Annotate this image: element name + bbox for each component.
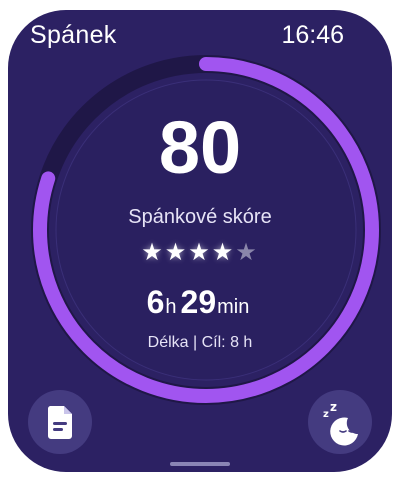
app-title: Spánek: [30, 21, 117, 49]
star-filled-icon: ★: [164, 239, 189, 266]
details-button[interactable]: [28, 390, 92, 454]
duration-hours: 6: [146, 284, 165, 320]
star-filled-icon: ★: [188, 239, 212, 266]
document-icon: [47, 406, 72, 439]
duration-hours-unit: h: [165, 296, 177, 318]
star-rating: ★★★★★: [8, 238, 392, 268]
watch-screen: Spánek 16:46 80 Spánkové skóre ★★★★★ 6h 2…: [8, 10, 392, 472]
star-filled-icon: ★: [211, 239, 236, 266]
svg-text:z: z: [323, 409, 329, 420]
star-filled-icon: ★: [141, 239, 165, 266]
sleep-duration: 6h 29min: [8, 282, 392, 329]
sleep-moon-icon: z z: [323, 400, 358, 446]
svg-text:z: z: [330, 400, 337, 414]
duration-minutes-unit: min: [217, 296, 250, 318]
sleep-score-label: Spánkové skóre: [128, 206, 272, 228]
home-indicator: [170, 462, 230, 466]
sleep-mode-button[interactable]: z z: [308, 390, 372, 454]
sleep-score-value: 80: [158, 106, 242, 189]
star-empty-icon: ★: [235, 239, 259, 266]
duration-goal-label: Délka | Cíl: 8 h: [147, 334, 253, 351]
score-ring: [31, 55, 381, 405]
duration-minutes: 29: [180, 284, 217, 320]
clock-time: 16:46: [281, 21, 344, 49]
